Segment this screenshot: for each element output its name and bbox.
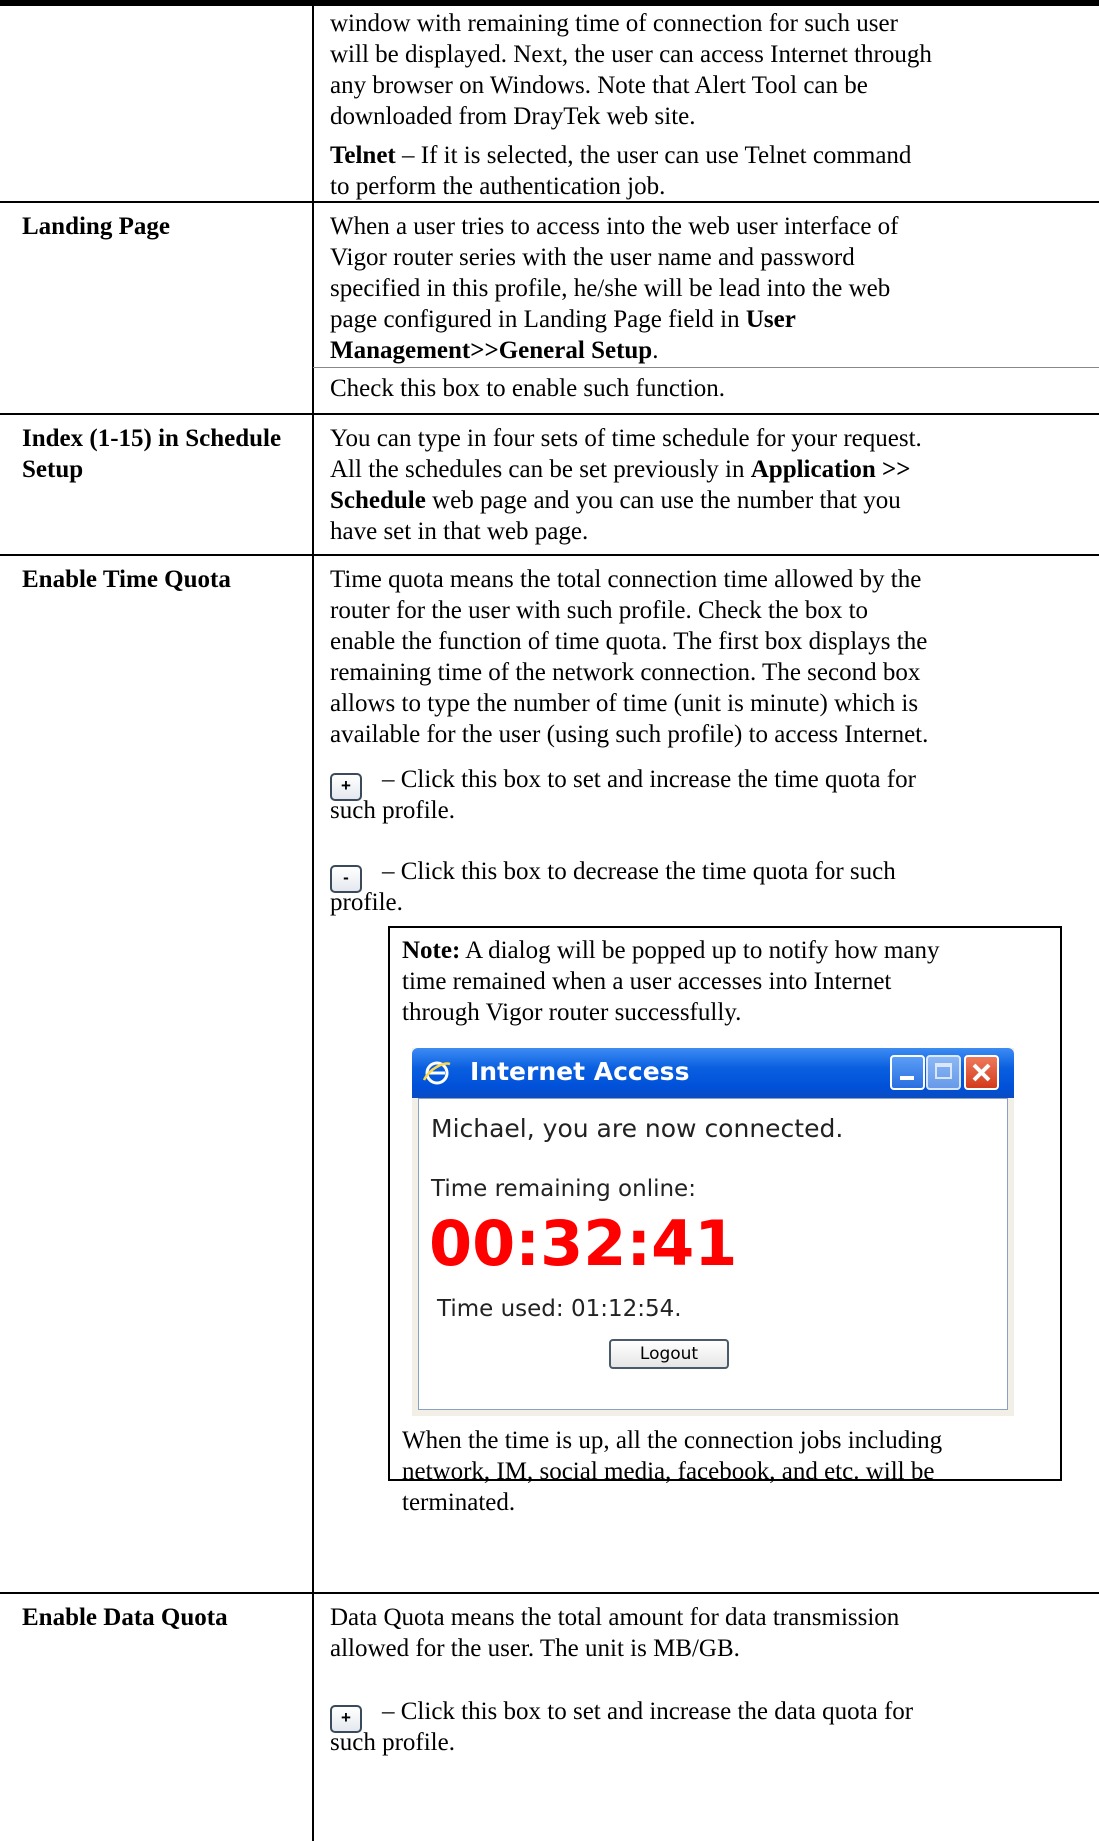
row1-text-line: will be displayed. Next, the user can ac…	[330, 41, 932, 68]
landing-page-line: Management>>General Setup.	[330, 335, 658, 366]
dialog-body: Michael, you are now connected. Time rem…	[418, 1098, 1008, 1410]
row-divider	[0, 413, 1099, 415]
menu-path-bold: Application >>	[750, 456, 911, 483]
menu-path-bold: Schedule	[330, 487, 426, 514]
close-icon	[972, 1063, 991, 1082]
maximize-button[interactable]	[926, 1055, 961, 1090]
internet-access-dialog: Internet Access Michael, you are now con…	[412, 1048, 1014, 1416]
menu-path-bold: User	[745, 306, 796, 333]
data-plus-text: – Click this box to set and increase the…	[382, 1698, 914, 1725]
note-after-line: terminated.	[402, 1489, 516, 1516]
data-plus-description-line2: such profile.	[330, 1729, 455, 1756]
plus-text: – Click this box to set and increase the…	[382, 766, 916, 793]
data-quota-label: Enable Data Quota	[22, 1604, 228, 1631]
row1-text-line: downloaded from DrayTek web site.	[330, 103, 696, 130]
schedule-line: Schedule web page and you can use the nu…	[330, 485, 901, 516]
minus-description: - – Click this box to decrease the time q…	[330, 856, 896, 893]
row-divider	[0, 201, 1099, 203]
minus-description-line2: profile.	[330, 889, 403, 916]
landing-page-line: When a user tries to access into the web…	[330, 213, 899, 240]
plus-description-line2: such profile.	[330, 797, 455, 824]
note-line: time remained when a user accesses into …	[402, 968, 892, 995]
internet-explorer-icon	[422, 1061, 451, 1085]
time-quota-line: Time quota means the total connection ti…	[330, 566, 922, 593]
telnet-desc-line2: to perform the authentication job.	[330, 173, 666, 200]
note-after-line: network, IM, social media, facebook, and…	[402, 1458, 935, 1485]
schedule-line: You can type in four sets of time schedu…	[330, 425, 922, 452]
minimize-button[interactable]	[890, 1055, 925, 1090]
connected-message: Michael, you are now connected.	[431, 1114, 844, 1143]
schedule-index-label: Index (1-15) in Schedule	[22, 425, 282, 452]
minimize-icon	[900, 1076, 914, 1080]
column-divider	[312, 6, 314, 1841]
landing-page-text: page configured in Landing Page field in	[330, 306, 746, 333]
time-quota-line: allows to type the number of time (unit …	[330, 690, 919, 717]
landing-page-line: specified in this profile, he/she will b…	[330, 275, 891, 302]
telnet-paragraph: Telnet – If it is selected, the user can…	[330, 140, 911, 171]
time-remaining-value: 00:32:41	[429, 1207, 738, 1280]
landing-page-text: .	[652, 337, 659, 364]
telnet-term: Telnet	[330, 142, 396, 169]
note-after-line: When the time is up, all the connection …	[402, 1427, 943, 1454]
note-line: through Vigor router successfully.	[402, 999, 742, 1026]
landing-page-line: page configured in Landing Page field in…	[330, 304, 796, 335]
landing-page-line: Vigor router series with the user name a…	[330, 244, 855, 271]
schedule-text: web page and you can use the number that…	[425, 487, 901, 514]
row-divider	[0, 554, 1099, 556]
row1-text-line: window with remaining time of connection…	[330, 10, 898, 37]
telnet-desc: – If it is selected, the user can use Te…	[395, 142, 912, 169]
maximize-icon	[935, 1063, 952, 1079]
menu-path-bold: Management>>General Setup	[330, 337, 653, 364]
schedule-text: All the schedules can be set previously …	[330, 456, 751, 483]
close-button[interactable]	[964, 1055, 999, 1090]
landing-page-check-text: Check this box to enable such function.	[330, 375, 726, 402]
time-quota-line: router for the user with such profile. C…	[330, 597, 869, 624]
data-quota-line: allowed for the user. The unit is MB/GB.	[330, 1635, 740, 1662]
logout-button[interactable]: Logout	[609, 1339, 729, 1369]
landing-page-label: Landing Page	[22, 213, 170, 240]
note-text: A dialog will be popped up to notify how…	[460, 937, 940, 964]
schedule-line: have set in that web page.	[330, 518, 589, 545]
time-quota-line: remaining time of the network connection…	[330, 659, 921, 686]
data-quota-line: Data Quota means the total amount for da…	[330, 1604, 900, 1631]
inner-divider	[313, 367, 1099, 368]
dialog-title: Internet Access	[470, 1057, 690, 1086]
time-quota-label: Enable Time Quota	[22, 566, 231, 593]
note-label: Note:	[402, 937, 461, 964]
time-used-text: Time used: 01:12:54.	[437, 1296, 682, 1322]
schedule-index-label-cont: Setup	[22, 456, 84, 483]
time-quota-line: enable the function of time quota. The f…	[330, 628, 928, 655]
table-top-border	[0, 0, 1099, 6]
time-remaining-label: Time remaining online:	[431, 1176, 696, 1202]
dialog-title-bar: Internet Access	[412, 1048, 1014, 1098]
time-quota-line: available for the user (using such profi…	[330, 721, 929, 748]
minus-text: – Click this box to decrease the time qu…	[382, 858, 896, 885]
document-page: window with remaining time of connection…	[0, 0, 1099, 1841]
row1-text-line: any browser on Windows. Note that Alert …	[330, 72, 868, 99]
note-line: Note: A dialog will be popped up to noti…	[402, 935, 939, 966]
row-divider	[0, 1592, 1099, 1594]
schedule-line: All the schedules can be set previously …	[330, 454, 911, 485]
